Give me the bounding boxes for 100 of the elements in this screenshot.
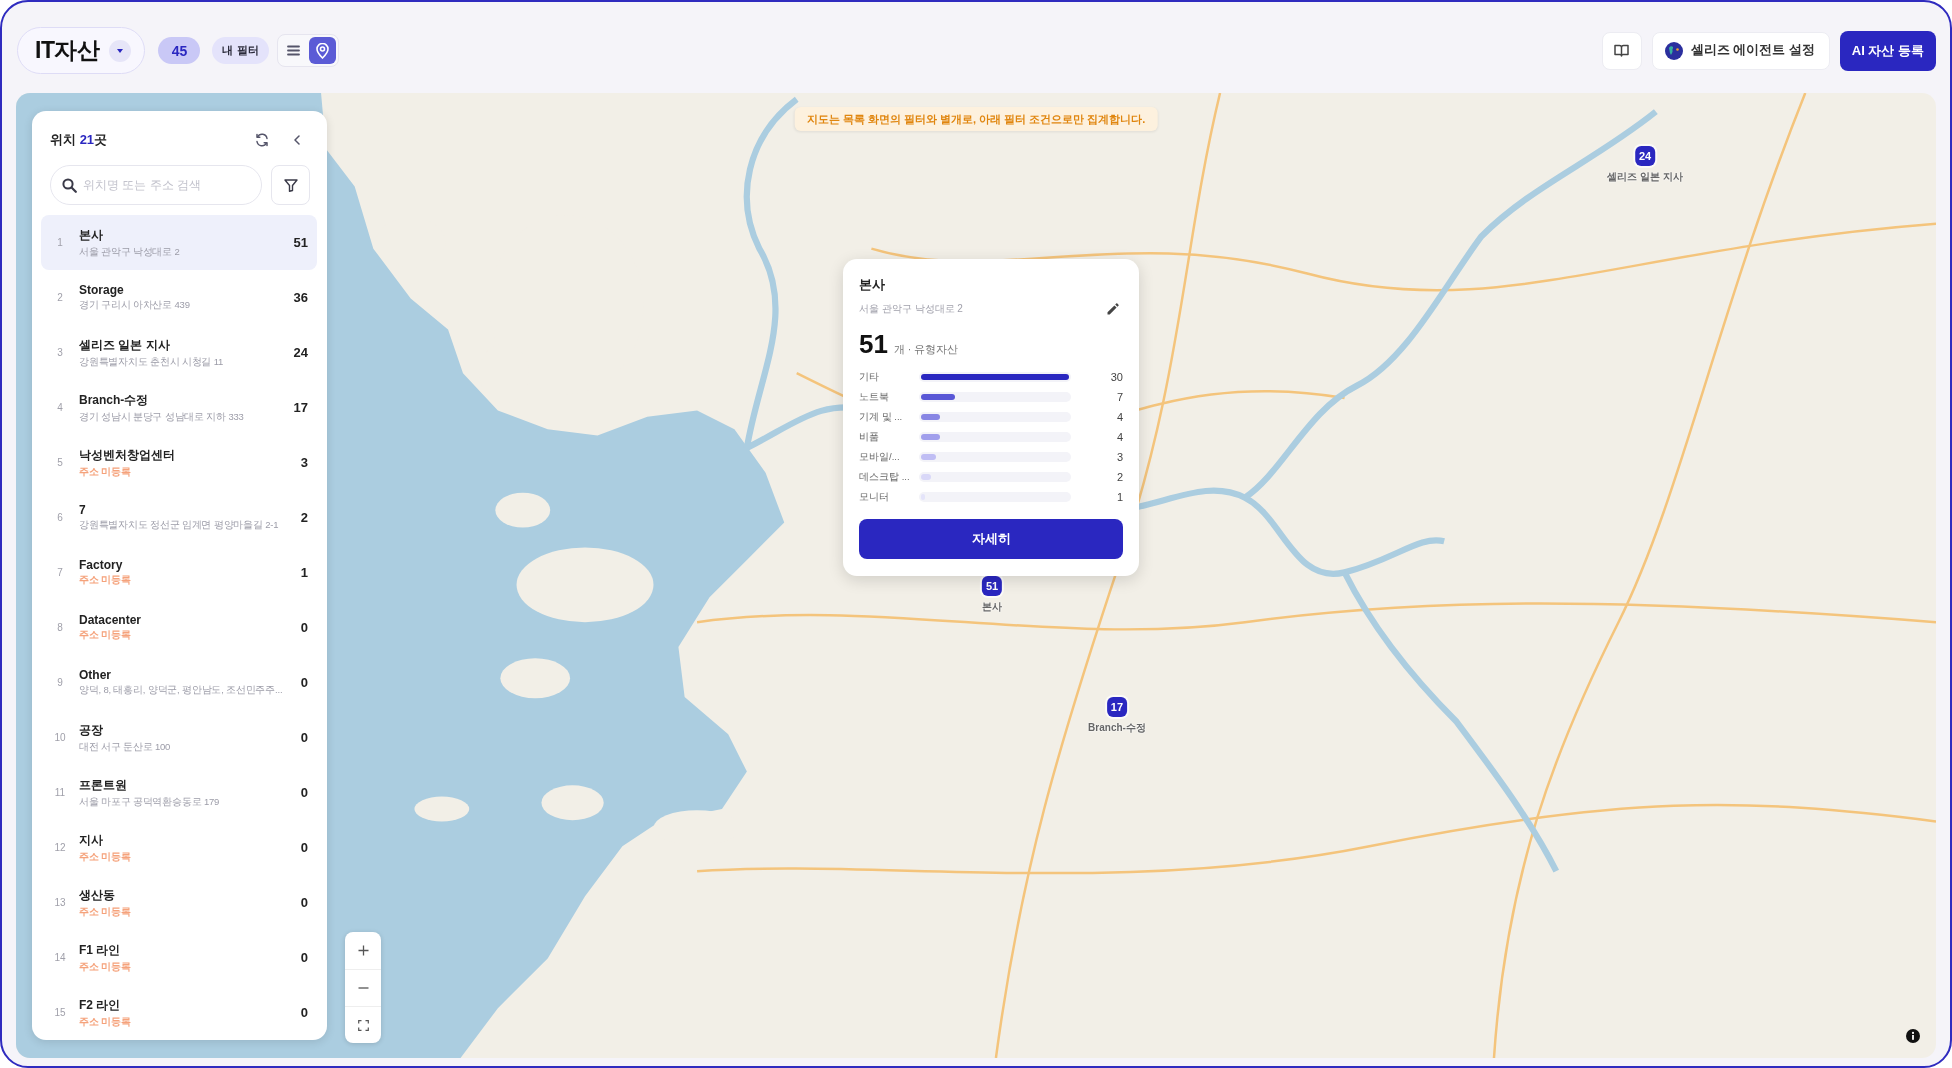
book-icon xyxy=(1614,44,1630,57)
location-asset-count: 17 xyxy=(293,400,308,415)
location-name: 본사 xyxy=(79,226,104,244)
location-item[interactable]: 12 지사 주소 미등록 0 xyxy=(41,820,317,875)
location-index: 14 xyxy=(53,952,67,963)
fullscreen-icon xyxy=(357,1019,369,1031)
location-item[interactable]: 11 프론트원 서울 마포구 공덕역환승동로 179 0 xyxy=(41,765,317,820)
location-name: F1 라인 xyxy=(79,941,122,959)
category-count: 4 xyxy=(1115,431,1123,443)
location-asset-count: 0 xyxy=(300,675,308,690)
location-address: 강원특별자치도 정선군 임계면 평양마을길 2-1 xyxy=(79,519,280,532)
category-count: 2 xyxy=(1115,471,1123,483)
location-index: 10 xyxy=(53,732,67,743)
location-asset-count: 0 xyxy=(300,620,308,635)
info-icon[interactable] xyxy=(1906,1029,1920,1043)
location-asset-count: 3 xyxy=(300,455,308,470)
location-asset-count: 24 xyxy=(293,345,308,360)
location-index: 6 xyxy=(56,512,64,523)
filter-icon xyxy=(283,178,298,192)
category-count: 1 xyxy=(1115,491,1123,503)
location-name: 프론트원 xyxy=(79,776,128,794)
location-asset-count: 0 xyxy=(300,840,308,855)
location-name: Branch-수정 xyxy=(79,391,150,409)
location-address: 강원특별자치도 춘천시 시청길 11 xyxy=(79,355,225,369)
category-label: 모니터 xyxy=(859,490,890,504)
location-asset-count: 0 xyxy=(300,950,308,965)
popup-total: 51 xyxy=(859,329,888,360)
map-view-button[interactable] xyxy=(308,37,336,64)
pin-icon xyxy=(315,42,329,59)
location-item[interactable]: 7 Factory 주소 미등록 1 xyxy=(41,545,317,600)
category-count: 4 xyxy=(1115,411,1123,423)
category-count: 7 xyxy=(1115,391,1123,403)
my-filter-button[interactable]: 내 필터 xyxy=(212,37,269,64)
map-marker[interactable]: 51 xyxy=(981,576,1003,596)
location-name: Factory xyxy=(79,558,124,572)
category-selector[interactable]: IT자산 xyxy=(17,27,146,74)
dropdown-button[interactable] xyxy=(109,39,132,62)
map-marker[interactable]: 17 xyxy=(1106,697,1128,717)
location-item[interactable]: 4 Branch-수정 경기 성남시 분당구 성남대로 지하 333 17 xyxy=(41,380,317,435)
page-title: IT자산 xyxy=(35,36,100,65)
location-index: 1 xyxy=(56,237,64,248)
globe-icon xyxy=(1664,41,1683,60)
location-item[interactable]: 8 Datacenter 주소 미등록 0 xyxy=(41,600,317,655)
location-address: 대전 서구 둔산로 100 xyxy=(79,740,172,754)
location-address: 주소 미등록 xyxy=(79,960,132,974)
location-address: 양덕, 8, 태흥리, 양덕군, 평안남도, 조선민주주... xyxy=(79,684,284,697)
chevron-left-icon xyxy=(294,135,300,145)
location-address: 주소 미등록 xyxy=(79,465,132,479)
location-asset-count: 1 xyxy=(300,565,308,580)
category-label: 데스크탑 ... xyxy=(859,470,911,484)
caret-icon xyxy=(117,48,124,53)
category-label: 기계 및 ... xyxy=(859,410,904,424)
location-index: 7 xyxy=(56,567,64,578)
location-address: 주소 미등록 xyxy=(79,850,132,864)
category-label: 노트북 xyxy=(859,390,890,404)
location-address: 주소 미등록 xyxy=(79,905,132,919)
location-index: 13 xyxy=(53,897,67,908)
search-icon xyxy=(62,178,77,193)
location-item[interactable]: 2 Storage 경기 구리시 아차산로 439 36 xyxy=(41,270,317,325)
category-count: 30 xyxy=(1109,371,1123,383)
location-item[interactable]: 3 셀리즈 일본 지사 강원특별자치도 춘천시 시청길 11 24 xyxy=(41,325,317,380)
location-asset-count: 0 xyxy=(300,785,308,800)
minus-icon xyxy=(357,987,369,989)
location-name: 공장 xyxy=(79,721,104,739)
location-item[interactable]: 10 공장 대전 서구 둔산로 100 0 xyxy=(41,710,317,765)
location-item[interactable]: 9 Other 양덕, 8, 태흥리, 양덕군, 평안남도, 조선민주주... 0 xyxy=(41,655,317,710)
location-index: 2 xyxy=(56,292,64,303)
count-badge: 45 xyxy=(158,37,201,64)
location-item[interactable]: 6 7 강원특별자치도 정선군 임계면 평양마을길 2-1 2 xyxy=(41,490,317,545)
location-item[interactable]: 14 F1 라인 주소 미등록 0 xyxy=(41,930,317,985)
category-label: 모바일/... xyxy=(859,450,901,464)
location-name: 낙성벤처창업센터 xyxy=(79,446,176,464)
register-asset-button[interactable]: AI 자산 등록 xyxy=(1839,30,1936,71)
details-button[interactable]: 자세히 xyxy=(859,519,1123,559)
location-address: 주소 미등록 xyxy=(79,629,132,642)
guide-button[interactable] xyxy=(1601,31,1642,70)
location-name: Other xyxy=(79,668,112,682)
location-address: 경기 구리시 아차산로 439 xyxy=(79,299,191,312)
location-index: 15 xyxy=(53,1007,67,1018)
location-address: 서울 마포구 공덕역환승동로 179 xyxy=(79,795,221,809)
location-item[interactable]: 15 F2 라인 주소 미등록 0 xyxy=(41,985,317,1040)
plus-icon xyxy=(357,945,369,956)
category-label: 비품 xyxy=(859,430,880,444)
list-icon xyxy=(286,45,300,56)
location-item[interactable]: 13 생산동 주소 미등록 0 xyxy=(41,875,317,930)
search-field[interactable]: 위치명 또는 주소 검색 xyxy=(50,165,262,205)
agent-settings-button[interactable]: 셀리즈 에이전트 설정 xyxy=(1651,31,1830,70)
location-asset-count: 0 xyxy=(300,730,308,745)
location-item[interactable]: 5 낙성벤처창업센터 주소 미등록 3 xyxy=(41,435,317,490)
pencil-icon xyxy=(1107,303,1119,315)
popup-title: 본사 xyxy=(859,277,886,294)
location-asset-count: 2 xyxy=(300,510,308,525)
location-index: 4 xyxy=(56,402,64,413)
location-item[interactable]: 1 본사 서울 관악구 낙성대로 2 51 xyxy=(41,215,317,270)
location-address: 경기 성남시 분당구 성남대로 지하 333 xyxy=(79,410,245,424)
location-address: 서울 관악구 낙성대로 2 xyxy=(79,245,181,259)
marker-label: 본사 xyxy=(982,600,1002,614)
marker-label: Branch-수정 xyxy=(1088,721,1146,735)
map-marker[interactable]: 24 xyxy=(1634,146,1656,166)
filter-button[interactable] xyxy=(271,165,310,205)
